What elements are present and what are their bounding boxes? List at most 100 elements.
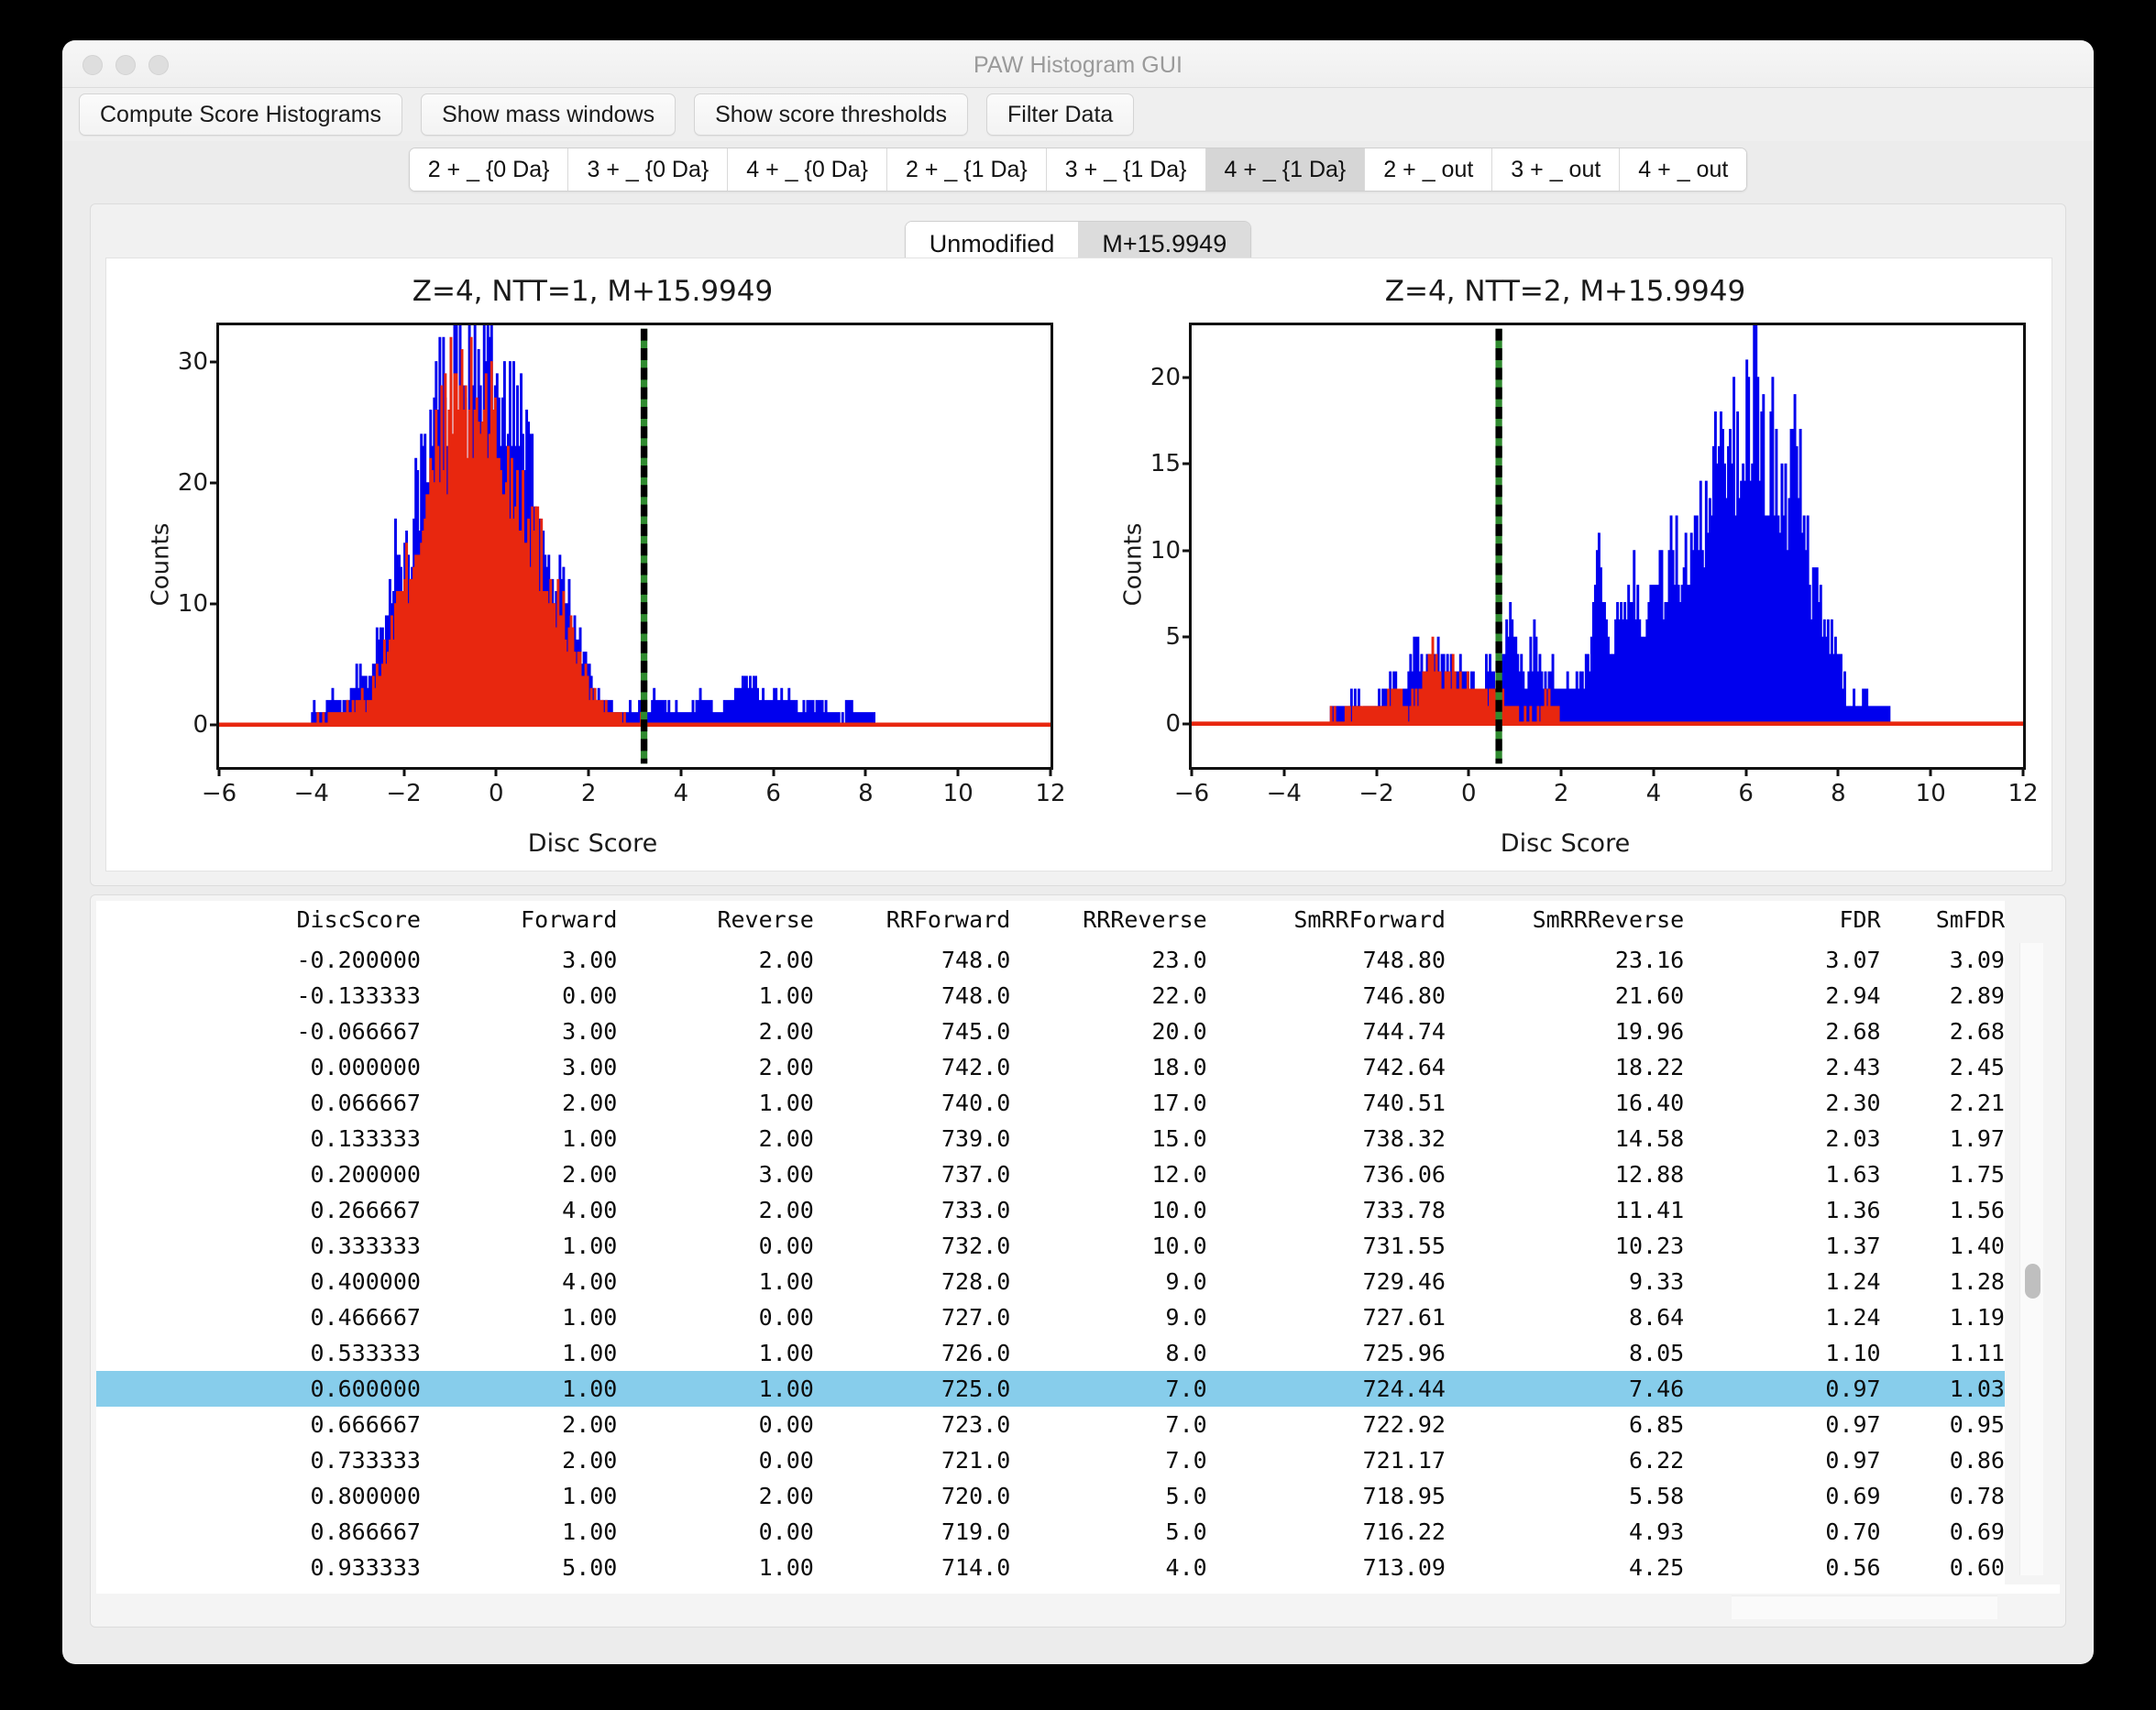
cell-smrrforward: 729.46 <box>1362 1268 1446 1295</box>
cell-rrreverse: 15.0 <box>1151 1125 1207 1152</box>
y-axis-tick-mark <box>210 360 219 364</box>
table-header-row: DiscScore Forward Reverse RRForward RRRe… <box>96 901 2005 942</box>
y-axis-tick-label: 30 <box>177 347 208 376</box>
cell-rrreverse: 10.0 <box>1151 1197 1207 1223</box>
cell-smrrreverse: 8.64 <box>1628 1304 1685 1331</box>
cell-smfdr: 0.95 <box>1949 1411 2005 1438</box>
table-row[interactable]: 0.266667 4.00 2.00 733.0 10.0 733.78 11.41 1.36… <box>96 1192 2005 1228</box>
cell-rrforward: 732.0 <box>940 1233 1011 1259</box>
x-axis-tick-label: −4 <box>293 780 329 807</box>
cell-discscore: 0.000000 <box>310 1054 421 1080</box>
table-vertical-scrollbar[interactable] <box>2019 943 2043 1575</box>
cell-forward: 3.00 <box>562 947 618 973</box>
cell-rrforward: 720.0 <box>940 1483 1011 1509</box>
table-row[interactable]: 0.600000 1.00 1.00 725.0 7.0 724.44 7.46 0.97 1.… <box>96 1371 2005 1407</box>
x-axis-tick-label: −2 <box>1358 780 1394 807</box>
chart-ntt2: Z=4, NTT=2, M+15.9949 Counts 0 5 10 15 20 −6−… <box>1079 258 2052 871</box>
table-row[interactable]: 0.733333 2.00 0.00 721.0 7.0 721.17 6.22 0.97 0.… <box>96 1442 2005 1478</box>
table-row[interactable]: 0.666667 2.00 0.00 723.0 7.0 722.92 6.85 0.97 0.… <box>96 1407 2005 1442</box>
cell-smrrforward: 736.06 <box>1362 1161 1446 1188</box>
table-row[interactable]: 0.066667 2.00 1.00 740.0 17.0 740.51 16.40 2.30… <box>96 1085 2005 1121</box>
table-row[interactable]: -0.200000 3.00 2.00 748.0 23.0 748.80 23.16 3.0… <box>96 942 2005 978</box>
cell-fdr: 1.37 <box>1825 1233 1881 1259</box>
y-axis-tick-label: 20 <box>1150 363 1181 391</box>
data-table-viewport: DiscScore Forward Reverse RRForward RRRe… <box>96 901 2005 1586</box>
cell-smrrforward: 718.95 <box>1362 1483 1446 1509</box>
header-rrreverse: RRReverse <box>1083 906 1207 933</box>
cell-rrforward: 745.0 <box>940 1018 1011 1045</box>
x-axis-tick-mark <box>1652 767 1656 776</box>
x-axis-tick-mark <box>1929 767 1932 776</box>
cell-forward: 1.00 <box>420 1371 618 1407</box>
table-horizontal-scrollbar[interactable] <box>1732 1595 1997 1619</box>
y-axis-tick-mark <box>1182 376 1192 379</box>
cell-forward: 4.00 <box>562 1197 618 1223</box>
table-row[interactable]: 0.466667 1.00 0.00 727.0 9.0 727.61 8.64 1.24 1.… <box>96 1299 2005 1335</box>
header-rrforward: RRForward <box>886 906 1011 933</box>
tab-3plus-out[interactable]: 3 + _ out <box>1492 148 1621 191</box>
x-axis-tick-label: −6 <box>1173 780 1210 807</box>
filter-data-button[interactable]: Filter Data <box>986 93 1135 136</box>
cell-rrforward: 733.0 <box>940 1197 1011 1223</box>
tab-4plus-1da[interactable]: 4 + _ {1 Da} <box>1205 148 1366 191</box>
show-score-thresholds-button[interactable]: Show score thresholds <box>694 93 968 136</box>
cell-smfdr: 1.97 <box>1949 1125 2005 1152</box>
tab-2plus-out[interactable]: 2 + _ out <box>1365 148 1493 191</box>
cell-smrrreverse: 7.46 <box>1445 1371 1685 1407</box>
tab-4plus-out[interactable]: 4 + _ out <box>1620 148 1747 191</box>
cell-discscore: 0.266667 <box>310 1197 421 1223</box>
table-row[interactable]: 0.533333 1.00 1.00 726.0 8.0 725.96 8.05 1.10 1.… <box>96 1335 2005 1371</box>
plot-panel: Unmodified M+15.9949 Z=4, NTT=1, M+15.99… <box>90 203 2066 886</box>
compute-score-histograms-button[interactable]: Compute Score Histograms <box>79 93 403 136</box>
header-smfdr: SmFDR <box>1935 906 2005 933</box>
table-row[interactable]: 0.133333 1.00 2.00 739.0 15.0 738.32 14.58 2.03… <box>96 1121 2005 1156</box>
cell-rrreverse: 20.0 <box>1151 1018 1207 1045</box>
tab-4plus-0da[interactable]: 4 + _ {0 Da} <box>728 148 887 191</box>
cell-rrforward: 723.0 <box>940 1411 1011 1438</box>
cell-rrforward: 721.0 <box>940 1447 1011 1474</box>
table-row[interactable]: 0.200000 2.00 3.00 737.0 12.0 736.06 12.88 1.63… <box>96 1156 2005 1192</box>
x-axis-tick-mark <box>1559 767 1563 776</box>
tab-3plus-0da[interactable]: 3 + _ {0 Da} <box>568 148 729 191</box>
cell-smrrforward: 725.96 <box>1362 1340 1446 1366</box>
table-row[interactable]: 0.800000 1.00 2.00 720.0 5.0 718.95 5.58 0.69 0.… <box>96 1478 2005 1514</box>
tab-2plus-0da[interactable]: 2 + _ {0 Da} <box>409 148 569 191</box>
cell-discscore: 0.666667 <box>310 1411 421 1438</box>
cell-fdr: 1.63 <box>1825 1161 1881 1188</box>
tab-3plus-1da[interactable]: 3 + _ {1 Da} <box>1046 148 1206 191</box>
table-row[interactable]: -0.066667 3.00 2.00 745.0 20.0 744.74 19.96 2.6… <box>96 1014 2005 1049</box>
data-table-panel: DiscScore Forward Reverse RRForward RRRe… <box>90 894 2066 1628</box>
cell-smfdr: 1.03 <box>1880 1371 2005 1407</box>
cell-smrrforward: 742.64 <box>1362 1054 1446 1080</box>
cell-smrrreverse: 16.40 <box>1614 1090 1685 1116</box>
table-row[interactable]: 0.000000 3.00 2.00 742.0 18.0 742.64 18.22 2.43… <box>96 1049 2005 1085</box>
x-axis-tick-mark <box>1836 767 1840 776</box>
tab-2plus-1da[interactable]: 2 + _ {1 Da} <box>887 148 1047 191</box>
cell-smfdr: 2.21 <box>1949 1090 2005 1116</box>
x-axis-tick-mark <box>772 767 776 776</box>
cell-rrforward: 748.0 <box>940 947 1011 973</box>
cell-smrrforward: 716.22 <box>1362 1518 1446 1545</box>
table-row[interactable]: 0.866667 1.00 0.00 719.0 5.0 716.22 4.93 0.70 0.… <box>96 1514 2005 1550</box>
charge-tab-group: 2 + _ {0 Da} 3 + _ {0 Da} 4 + _ {0 Da} 2… <box>408 148 1748 192</box>
cell-fdr: 2.03 <box>1825 1125 1881 1152</box>
cell-fdr: 0.70 <box>1825 1518 1881 1545</box>
table-row[interactable]: 0.933333 5.00 1.00 714.0 4.0 713.09 4.25 0.56 0.… <box>96 1550 2005 1585</box>
x-axis-tick-label: −2 <box>386 780 422 807</box>
y-axis-tick-mark <box>210 481 219 485</box>
cell-reverse: 0.00 <box>758 1447 814 1474</box>
table-row[interactable]: -0.133333 0.00 1.00 748.0 22.0 746.80 21.60 2.9… <box>96 978 2005 1014</box>
toolbar: Compute Score Histograms Show mass windo… <box>62 88 2094 141</box>
table-row[interactable]: 0.333333 1.00 0.00 732.0 10.0 731.55 10.23 1.37… <box>96 1228 2005 1264</box>
y-axis-tick-label: 10 <box>177 589 208 618</box>
cell-reverse: 1.00 <box>758 1340 814 1366</box>
table-vertical-scroll-thumb[interactable] <box>2025 1264 2040 1299</box>
fdr-table: DiscScore Forward Reverse RRForward RRRe… <box>96 901 2005 1586</box>
chart-ylabel-ntt1: Counts <box>147 522 175 607</box>
y-axis-tick-mark <box>210 723 219 727</box>
x-axis-tick-mark <box>1744 767 1748 776</box>
show-mass-windows-button[interactable]: Show mass windows <box>421 93 676 136</box>
x-axis-tick-label: 2 <box>1553 780 1569 807</box>
cell-forward: 2.00 <box>562 1447 618 1474</box>
table-row[interactable]: 0.400000 4.00 1.00 728.0 9.0 729.46 9.33 1.24 1.… <box>96 1264 2005 1299</box>
